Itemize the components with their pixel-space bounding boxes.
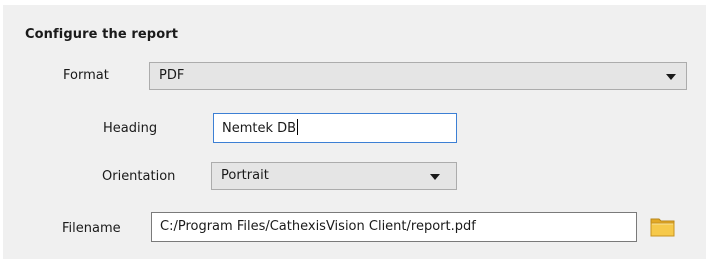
format-label: Format [63, 68, 109, 83]
heading-value: Nemtek DB [222, 121, 297, 136]
section-title: Configure the report [25, 27, 179, 42]
report-config-panel: Configure the report Format PDF Heading … [3, 5, 706, 259]
heading-label: Heading [103, 121, 158, 136]
filename-input[interactable]: C:/Program Files/CathexisVision Client/r… [151, 212, 637, 242]
text-caret [297, 119, 299, 135]
chevron-down-icon [666, 74, 676, 80]
folder-icon[interactable] [648, 213, 678, 241]
filename-label: Filename [62, 221, 121, 236]
orientation-select[interactable]: Portrait [211, 162, 457, 190]
orientation-label: Orientation [102, 169, 176, 184]
format-value: PDF [159, 68, 185, 83]
heading-input[interactable]: Nemtek DB [213, 113, 457, 143]
orientation-value: Portrait [221, 168, 269, 183]
filename-value: C:/Program Files/CathexisVision Client/r… [160, 219, 476, 234]
format-select[interactable]: PDF [149, 62, 687, 90]
folder-icon-graphic [650, 218, 675, 237]
chevron-down-icon [430, 174, 440, 180]
